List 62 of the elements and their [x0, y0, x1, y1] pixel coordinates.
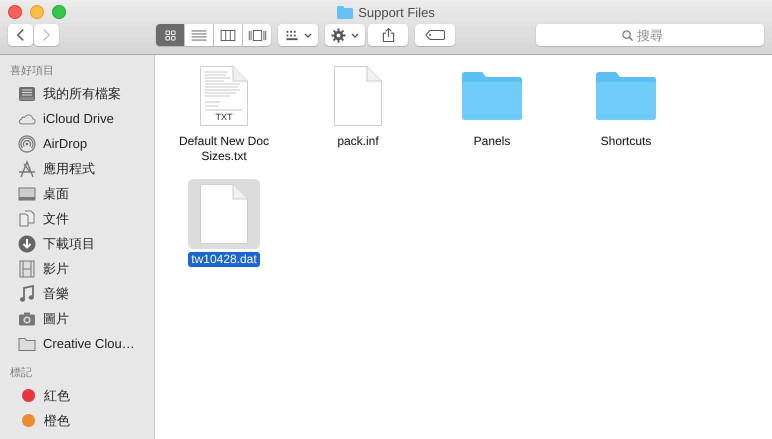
file-name[interactable]: tw10428.dat — [188, 252, 260, 267]
close-button[interactable] — [8, 5, 22, 19]
sidebar-item[interactable]: 應用程式 — [0, 156, 95, 181]
folder-icon — [596, 72, 656, 120]
columns-view-button[interactable] — [214, 24, 242, 46]
action-button[interactable] — [325, 24, 365, 46]
sidebar-item[interactable]: 桌面 — [0, 181, 69, 206]
sidebar-item[interactable]: 影片 — [0, 256, 69, 281]
film-icon — [18, 260, 36, 278]
sidebar-item[interactable]: 圖片 — [0, 306, 69, 331]
download-icon — [18, 234, 36, 252]
blank-document-icon — [334, 66, 382, 126]
desktop-icon — [18, 184, 36, 202]
grid-icon — [164, 30, 176, 40]
folder-icon — [337, 6, 354, 18]
gear-icon — [331, 28, 346, 42]
cover-flow-icon — [248, 30, 266, 40]
documents-icon — [18, 210, 36, 228]
camera-icon — [18, 310, 36, 328]
sidebar-item[interactable]: 紅色 — [0, 383, 70, 408]
drawer-icon — [18, 84, 36, 102]
file-name[interactable]: Shortcuts — [598, 134, 654, 149]
sidebar-item[interactable]: 橙色 — [0, 408, 70, 433]
arrange-icon — [284, 30, 298, 40]
sidebar-item[interactable]: iCloud Drive — [0, 106, 114, 131]
tag-icon — [425, 30, 445, 40]
chevron-left-icon — [16, 28, 25, 42]
caret-icon — [304, 32, 312, 38]
file-icon-highlight[interactable]: TXT — [188, 61, 260, 131]
back-button[interactable] — [8, 24, 33, 46]
sidebar-item[interactable]: AirDrop — [0, 131, 88, 156]
sidebar-item[interactable]: Creative Clou… — [0, 331, 135, 356]
sidebar-item[interactable]: 我的所有檔案 — [0, 81, 121, 106]
search-field[interactable]: 搜尋 — [536, 24, 764, 46]
grid-view-button[interactable] — [156, 24, 184, 46]
search-icon — [622, 30, 633, 41]
arrange-button[interactable] — [278, 24, 318, 46]
sidebar-item[interactable]: 文件 — [0, 206, 69, 231]
file-name[interactable]: Default New Doc Sizes.txt — [166, 134, 282, 164]
sidebar-item[interactable]: 下載項目 — [0, 231, 95, 256]
file-type-label: TXT — [214, 112, 234, 122]
sidebar-section-title: 標記 — [9, 366, 33, 380]
list-view-button[interactable] — [185, 24, 213, 46]
window-title: Support Files — [358, 4, 435, 20]
share-icon — [382, 27, 394, 43]
airdrop-icon — [18, 134, 36, 152]
caret-icon — [351, 32, 359, 38]
folder-icon — [462, 72, 522, 120]
coverflow-view-button[interactable] — [243, 24, 271, 46]
sidebar-item[interactable]: 音樂 — [0, 281, 69, 306]
apps-icon — [18, 160, 36, 178]
file-name[interactable]: pack.inf — [334, 134, 382, 149]
sidebar-section-title: 喜好項目 — [9, 64, 55, 78]
file-name[interactable]: Panels — [470, 134, 514, 149]
blank-document-icon — [200, 184, 248, 244]
zoom-button[interactable] — [52, 5, 66, 19]
list-icon — [191, 30, 207, 40]
chevron-right-icon — [42, 28, 51, 42]
columns-icon — [220, 30, 236, 40]
tag-button[interactable] — [415, 24, 455, 46]
music-note-icon — [18, 284, 36, 302]
share-button[interactable] — [368, 24, 408, 46]
